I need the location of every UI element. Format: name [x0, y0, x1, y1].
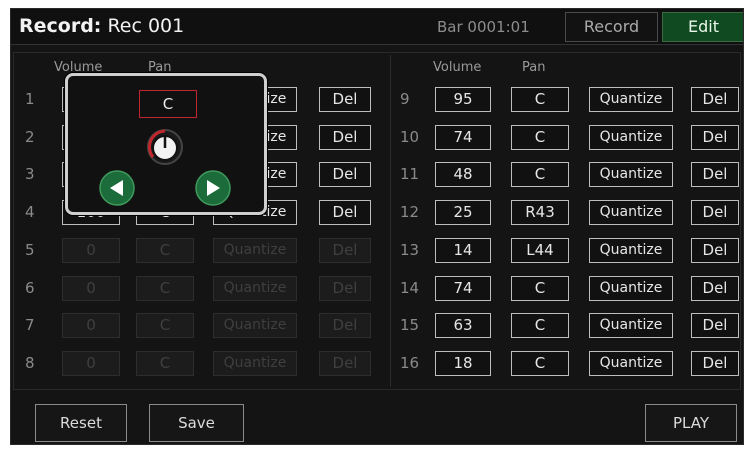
delete-button[interactable]: Del — [691, 162, 739, 187]
delete-button[interactable]: Del — [319, 351, 371, 376]
pan-field[interactable]: C — [511, 276, 569, 301]
column-header-pan-right: Pan — [522, 60, 546, 75]
volume-field[interactable]: 63 — [435, 313, 491, 338]
track-number: 11 — [400, 165, 420, 183]
track-number: 3 — [25, 165, 35, 183]
pan-field[interactable]: C — [511, 351, 569, 376]
delete-button[interactable]: Del — [691, 276, 739, 301]
tab-record[interactable]: Record — [565, 12, 658, 42]
delete-button[interactable]: Del — [319, 87, 371, 112]
track-number: 9 — [400, 90, 410, 108]
track-number: 10 — [400, 128, 420, 146]
track-number: 16 — [400, 354, 420, 372]
arrow-right-icon[interactable] — [195, 170, 231, 206]
record-screen: Record: Rec 001 Bar 0001:01 Record Edit … — [10, 8, 744, 445]
bar-position: Bar 0001:01 — [437, 18, 530, 36]
quantize-button[interactable]: Quantize — [589, 162, 673, 187]
delete-button[interactable]: Del — [691, 238, 739, 263]
quantize-button[interactable]: Quantize — [589, 276, 673, 301]
delete-button[interactable]: Del — [691, 313, 739, 338]
volume-field[interactable]: 74 — [435, 125, 491, 150]
quantize-button[interactable]: Quantize — [589, 125, 673, 150]
volume-field[interactable]: 0 — [62, 313, 120, 338]
track-number: 2 — [25, 128, 35, 146]
quantize-button[interactable]: Quantize — [213, 351, 297, 376]
quantize-button[interactable]: Quantize — [213, 313, 297, 338]
play-button[interactable]: PLAY — [645, 404, 737, 442]
track-number: 12 — [400, 203, 420, 221]
delete-button[interactable]: Del — [691, 351, 739, 376]
volume-field[interactable]: 14 — [435, 238, 491, 263]
knob-icon[interactable] — [145, 127, 185, 167]
delete-button[interactable]: Del — [691, 200, 739, 225]
track-number: 1 — [25, 90, 35, 108]
pan-adjust-popup: C — [65, 73, 267, 215]
pan-field[interactable]: C — [136, 313, 194, 338]
volume-field[interactable]: 25 — [435, 200, 491, 225]
quantize-button[interactable]: Quantize — [589, 200, 673, 225]
tab-edit[interactable]: Edit — [662, 12, 743, 42]
title-name: Rec 001 — [101, 15, 185, 37]
quantize-button[interactable]: Quantize — [589, 238, 673, 263]
track-number: 6 — [25, 279, 35, 297]
page-title: Record: Rec 001 — [19, 14, 184, 38]
quantize-button[interactable]: Quantize — [213, 238, 297, 263]
volume-field[interactable]: 0 — [62, 276, 120, 301]
volume-field[interactable]: 48 — [435, 162, 491, 187]
pan-field[interactable]: C — [136, 276, 194, 301]
pan-value-display: C — [139, 90, 197, 118]
pan-field[interactable]: C — [511, 162, 569, 187]
delete-button[interactable]: Del — [691, 125, 739, 150]
arrow-left-icon[interactable] — [99, 170, 135, 206]
volume-field[interactable]: 95 — [435, 87, 491, 112]
track-number: 4 — [25, 203, 35, 221]
pan-field[interactable]: C — [511, 87, 569, 112]
track-number: 14 — [400, 279, 420, 297]
delete-button[interactable]: Del — [319, 200, 371, 225]
header-bar: Record: Rec 001 Bar 0001:01 Record Edit — [11, 9, 743, 45]
delete-button[interactable]: Del — [319, 125, 371, 150]
delete-button[interactable]: Del — [691, 87, 739, 112]
delete-button[interactable]: Del — [319, 276, 371, 301]
save-button[interactable]: Save — [149, 404, 244, 442]
volume-field[interactable]: 0 — [62, 351, 120, 376]
quantize-button[interactable]: Quantize — [589, 351, 673, 376]
pan-field[interactable]: L44 — [511, 238, 569, 263]
delete-button[interactable]: Del — [319, 238, 371, 263]
delete-button[interactable]: Del — [319, 313, 371, 338]
volume-field[interactable]: 0 — [62, 238, 120, 263]
pan-field[interactable]: C — [136, 238, 194, 263]
reset-button[interactable]: Reset — [35, 404, 127, 442]
pan-field[interactable]: R43 — [511, 200, 569, 225]
track-number: 15 — [400, 316, 420, 334]
track-number: 13 — [400, 241, 420, 259]
column-header-volume-right: Volume — [433, 60, 482, 75]
pan-field[interactable]: C — [511, 125, 569, 150]
track-number: 5 — [25, 241, 35, 259]
track-number: 7 — [25, 316, 35, 334]
quantize-button[interactable]: Quantize — [589, 313, 673, 338]
volume-field[interactable]: 74 — [435, 276, 491, 301]
quantize-button[interactable]: Quantize — [589, 87, 673, 112]
pan-field[interactable]: C — [511, 313, 569, 338]
pan-field[interactable]: C — [136, 351, 194, 376]
quantize-button[interactable]: Quantize — [213, 276, 297, 301]
title-label: Record: — [19, 15, 102, 37]
delete-button[interactable]: Del — [319, 162, 371, 187]
column-divider — [390, 55, 391, 387]
track-number: 8 — [25, 354, 35, 372]
volume-field[interactable]: 18 — [435, 351, 491, 376]
